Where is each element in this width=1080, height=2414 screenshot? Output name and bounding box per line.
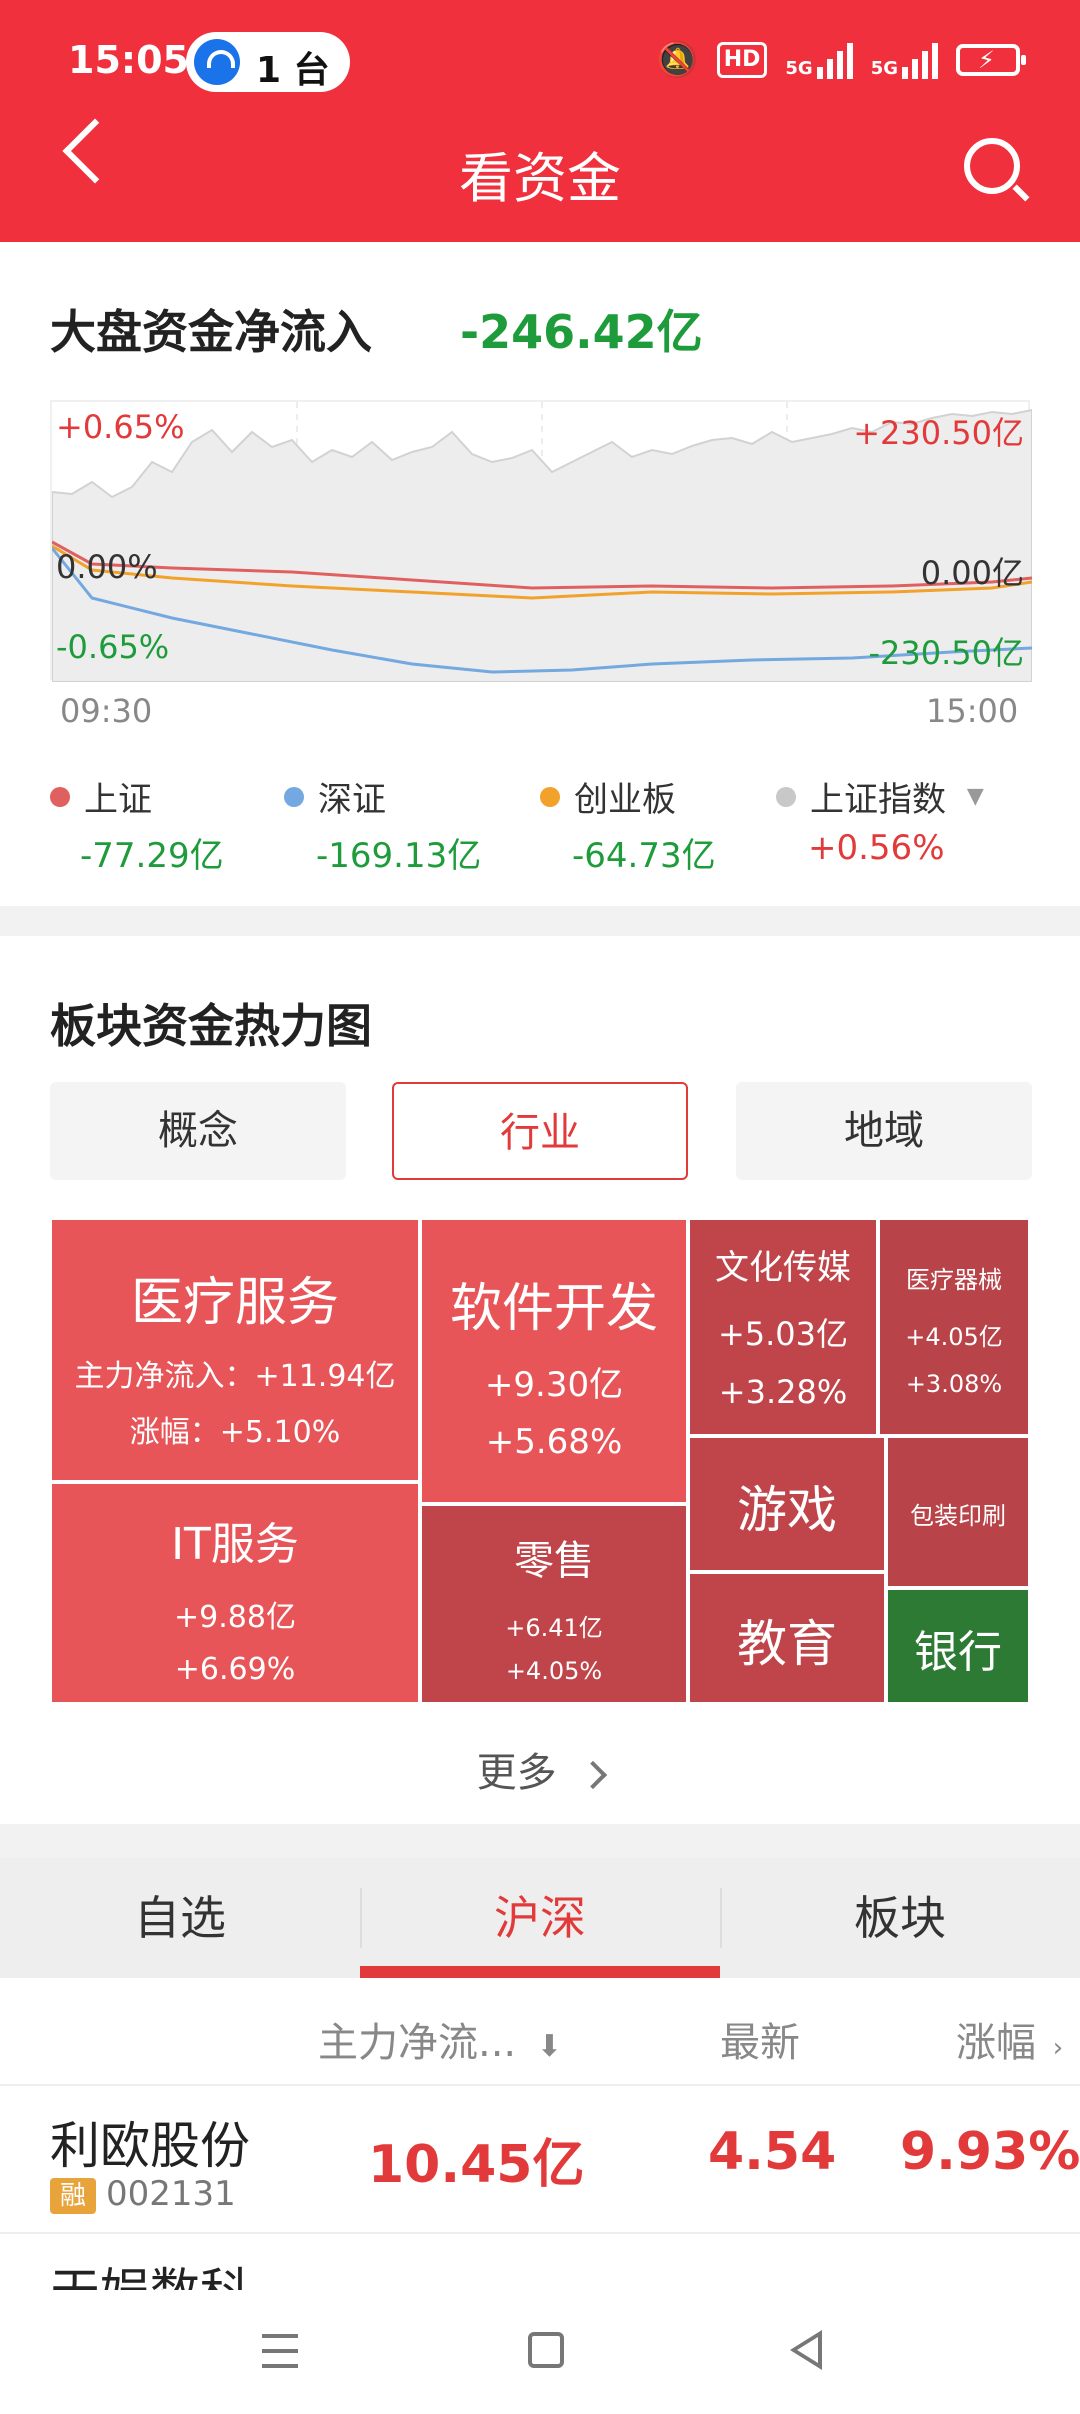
legend-shenzhen[interactable]: 深证 bbox=[284, 772, 386, 821]
home-icon[interactable] bbox=[528, 2332, 564, 2368]
chart-right-mid: 0.00亿 bbox=[920, 554, 1024, 592]
status-icons: 🔕 HD 5G 5G ⚡ bbox=[656, 40, 1026, 80]
tab-sector[interactable]: 板块 bbox=[720, 1858, 1080, 1978]
dot-icon bbox=[284, 786, 304, 807]
dropdown-icon: ▼ bbox=[966, 784, 984, 809]
legend-chuangye[interactable]: 创业板 bbox=[540, 772, 676, 821]
dot-icon bbox=[50, 786, 70, 807]
app-header: 15:05 1 台 🔕 HD 5G 5G ⚡ 看资金 bbox=[0, 0, 1080, 242]
tile-software-dev[interactable]: 软件开发 +9.30亿 +5.68% bbox=[420, 1218, 688, 1504]
tile-game[interactable]: 游戏 bbox=[688, 1436, 886, 1572]
chart-left-bot: -0.65% bbox=[56, 628, 170, 666]
stock-flow: 10.45亿 bbox=[368, 2135, 585, 2195]
chevron-right-icon bbox=[579, 1760, 608, 1790]
hotspot-count: 1 台 bbox=[256, 50, 330, 91]
tile-bank[interactable]: 银行 bbox=[886, 1588, 1030, 1704]
hotspot-pill[interactable]: 1 台 bbox=[186, 32, 350, 92]
page-title: 看资金 bbox=[459, 147, 621, 210]
status-time: 15:05 bbox=[68, 38, 189, 82]
menu-icon[interactable] bbox=[262, 2334, 298, 2368]
chart-left-top: +0.65% bbox=[56, 408, 185, 446]
signal-icon-1: 5G bbox=[785, 41, 853, 79]
tile-culture-media[interactable]: 文化传媒 +5.03亿 +3.28% bbox=[688, 1218, 878, 1436]
stock-name: 利欧股份 bbox=[50, 2117, 250, 2175]
stock-latest: 4.54 bbox=[708, 2122, 837, 2182]
market-flow-title: 大盘资金净流入 bbox=[50, 305, 372, 359]
stock-change: 9.93% bbox=[900, 2122, 1080, 2182]
legend-shenzhen-value: -169.13亿 bbox=[316, 836, 482, 876]
col-latest-header[interactable]: 最新 bbox=[720, 2010, 800, 2068]
dot-icon bbox=[776, 786, 796, 807]
tile-medical-device[interactable]: 医疗器械 +4.05亿 +3.08% bbox=[878, 1218, 1030, 1436]
sort-down-icon: ⬇ bbox=[536, 2029, 563, 2064]
tile-medical-service[interactable]: 医疗服务 主力净流入：+11.94亿 涨幅：+5.10% bbox=[50, 1218, 420, 1482]
time-end: 15:00 bbox=[926, 692, 1019, 730]
back-nav-icon[interactable] bbox=[790, 2330, 822, 2370]
mute-icon: 🔕 bbox=[656, 40, 699, 80]
stock-code: 002131 bbox=[106, 2174, 236, 2214]
chart-right-bot: -230.50亿 bbox=[868, 634, 1024, 672]
chevron-right-icon: › bbox=[1052, 2033, 1064, 2063]
search-icon[interactable] bbox=[964, 138, 1020, 194]
tab-region[interactable]: 地域 bbox=[736, 1082, 1032, 1180]
tab-concept[interactable]: 概念 bbox=[50, 1082, 346, 1180]
margin-badge: 融 bbox=[50, 2178, 96, 2214]
legend-shanghai[interactable]: 上证 bbox=[50, 772, 152, 821]
legend-shanghai-value: -77.29亿 bbox=[80, 836, 224, 876]
col-change-header[interactable]: 涨幅 › bbox=[956, 2010, 1063, 2068]
legend-index[interactable]: 上证指数 ▼ bbox=[776, 772, 984, 821]
more-link[interactable]: 更多 bbox=[0, 1740, 1080, 1798]
tile-packaging[interactable]: 包装印刷 bbox=[886, 1436, 1030, 1588]
heatmap-title: 板块资金热力图 bbox=[50, 999, 372, 1053]
tab-industry[interactable]: 行业 bbox=[392, 1082, 688, 1180]
chart-left-mid: 0.00% bbox=[56, 548, 158, 586]
tab-watchlist[interactable]: 自选 bbox=[0, 1858, 360, 1978]
tile-education[interactable]: 教育 bbox=[688, 1572, 886, 1704]
battery-icon: ⚡ bbox=[956, 44, 1026, 76]
legend-index-value: +0.56% bbox=[808, 828, 945, 868]
col-flow-header[interactable]: 主力净流... ⬇ bbox=[318, 2010, 562, 2068]
market-flow-value: -246.42亿 bbox=[460, 305, 703, 359]
tab-hushen[interactable]: 沪深 bbox=[360, 1858, 720, 1978]
hd-icon: HD bbox=[716, 42, 768, 78]
tile-retail[interactable]: 零售 +6.41亿 +4.05% bbox=[420, 1504, 688, 1704]
active-tab-indicator bbox=[360, 1966, 720, 1978]
tile-it-service[interactable]: IT服务 +9.88亿 +6.69% bbox=[50, 1482, 420, 1704]
hotspot-icon bbox=[194, 39, 240, 85]
flow-chart[interactable]: +0.65% 0.00% -0.65% +230.50亿 0.00亿 -230.… bbox=[50, 400, 1032, 682]
chart-right-top: +230.50亿 bbox=[853, 414, 1024, 452]
dot-icon bbox=[540, 786, 560, 807]
time-start: 09:30 bbox=[60, 692, 153, 730]
signal-icon-2: 5G bbox=[871, 41, 938, 79]
legend-chuangye-value: -64.73亿 bbox=[572, 836, 716, 876]
system-nav-bar bbox=[0, 2290, 1080, 2414]
